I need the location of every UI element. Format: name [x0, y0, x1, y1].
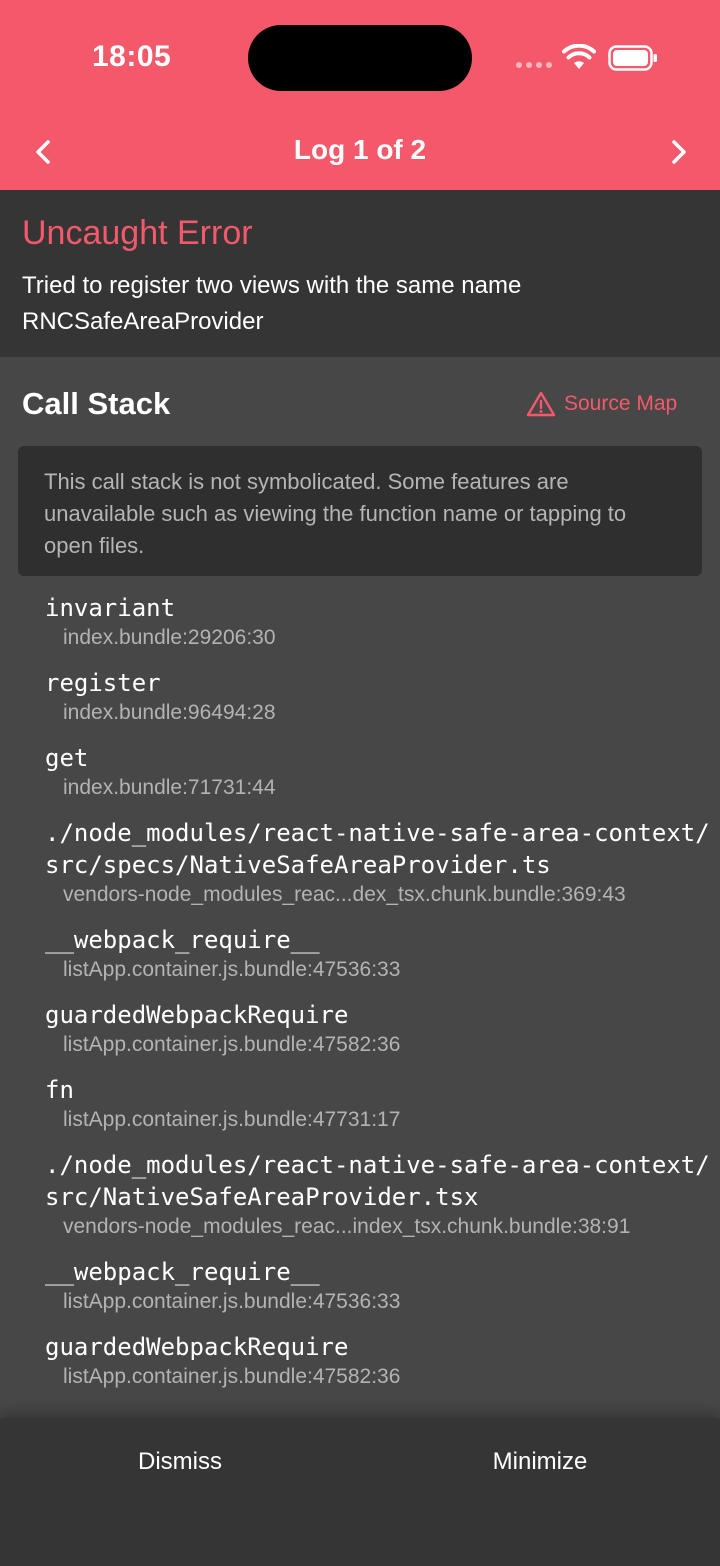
frame-location: listApp.container.js.bundle:47582:36	[63, 1365, 401, 1388]
frame-location: listApp.container.js.bundle:47731:17	[63, 1108, 401, 1131]
stack-frame[interactable]: get index.bundle:71731:44	[0, 742, 720, 802]
cellular-signal-icon	[516, 62, 552, 68]
source-map-label: Source Map	[564, 392, 678, 415]
error-title: Uncaught Error	[22, 214, 253, 252]
frame-function-name: __webpack_require__	[45, 926, 320, 954]
symbolication-notice: This call stack is not symbolicated. Som…	[18, 446, 702, 576]
stack-frame[interactable]: guardedWebpackRequire listApp.container.…	[0, 1331, 720, 1391]
stack-frame[interactable]: __webpack_require__ listApp.container.js…	[0, 924, 720, 984]
next-log-chevron-icon[interactable]	[660, 134, 696, 170]
status-time: 18:05	[92, 40, 172, 73]
stack-frame[interactable]: fn listApp.container.js.bundle:47731:17	[0, 1074, 720, 1134]
stack-frame[interactable]: register index.bundle:96494:28	[0, 667, 720, 727]
frame-function-name: guardedWebpackRequire	[45, 1001, 349, 1029]
battery-icon	[608, 45, 657, 71]
stack-frame[interactable]: invariant index.bundle:29206:30	[0, 592, 720, 652]
frame-function-name: fn	[45, 1076, 74, 1104]
log-counter-title: Log 1 of 2	[293, 134, 427, 165]
frame-location: vendors-node_modules_reac...index_tsx.ch…	[63, 1215, 631, 1238]
error-message: Tried to register two views with the sam…	[22, 272, 522, 335]
dynamic-island	[248, 25, 472, 91]
frame-function-name: __webpack_require__	[45, 1258, 320, 1286]
frame-location: listApp.container.js.bundle:47536:33	[63, 1290, 401, 1313]
wifi-icon	[562, 44, 596, 69]
frame-function-name: guardedWebpackRequire	[45, 1333, 349, 1361]
frame-location: index.bundle:29206:30	[63, 626, 276, 649]
stack-frame[interactable]: ./node_modules/react-native-safe-area-co…	[0, 1149, 720, 1241]
frame-function-name: ./node_modules/react-native-safe-area-co…	[45, 819, 710, 879]
stack-frame[interactable]: guardedWebpackRequire listApp.container.…	[0, 999, 720, 1059]
source-map-button[interactable]: Source Map	[526, 390, 677, 418]
header: 18:05 Log 1 of 2	[0, 0, 720, 190]
stack-frame[interactable]: ./node_modules/react-native-safe-area-co…	[0, 817, 720, 909]
error-summary: Uncaught Error Tried to register two vie…	[0, 190, 720, 357]
frame-location: vendors-node_modules_reac...dex_tsx.chun…	[63, 883, 626, 906]
frame-function-name: get	[45, 744, 89, 772]
frame-location: index.bundle:96494:28	[63, 701, 276, 724]
stack-frame[interactable]: __webpack_require__ listApp.container.js…	[0, 1256, 720, 1316]
dismiss-button[interactable]: Dismiss	[0, 1448, 360, 1476]
frame-location: listApp.container.js.bundle:47582:36	[63, 1033, 401, 1056]
frame-function-name: invariant	[45, 594, 176, 622]
frame-location: index.bundle:71731:44	[63, 776, 276, 799]
frame-function-name: register	[45, 669, 161, 697]
action-bar: Dismiss Minimize	[0, 1418, 720, 1566]
warning-icon	[526, 391, 556, 417]
stack-frame-list[interactable]: invariant index.bundle:29206:30 register…	[0, 592, 720, 1418]
frame-location: listApp.container.js.bundle:47536:33	[63, 958, 401, 981]
call-stack-title: Call Stack	[22, 386, 171, 421]
frame-function-name: ./node_modules/react-native-safe-area-co…	[45, 1151, 710, 1211]
minimize-button[interactable]: Minimize	[360, 1448, 720, 1476]
